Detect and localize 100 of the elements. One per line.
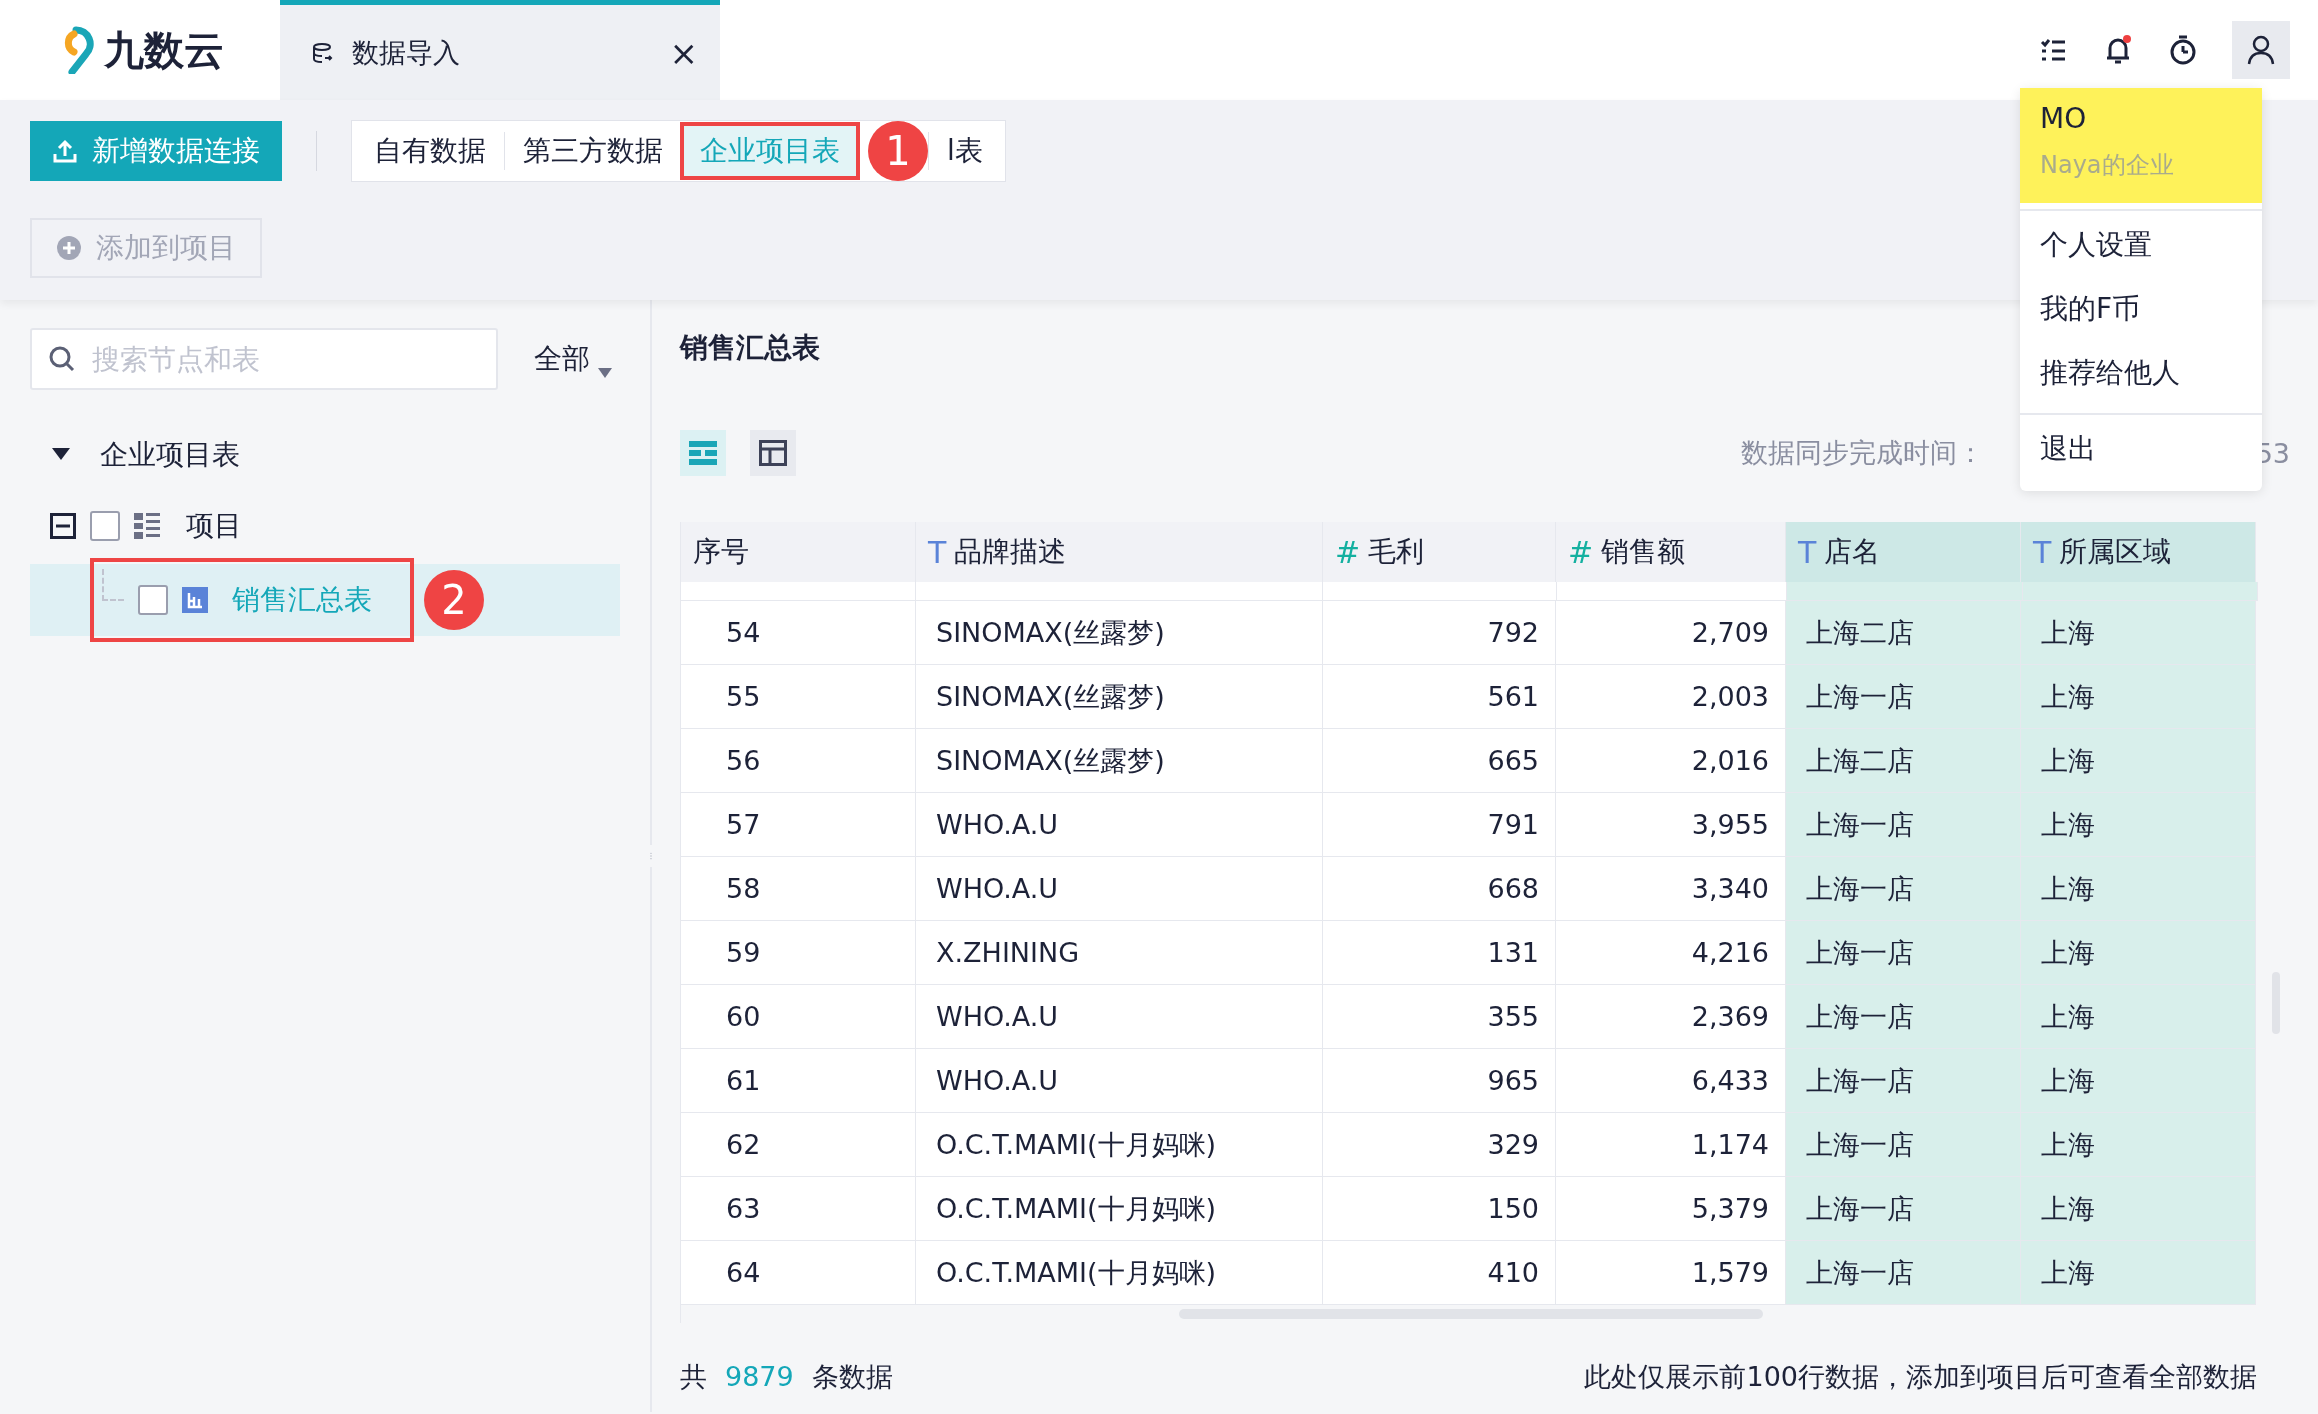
- table-cell: 410: [1323, 1241, 1556, 1305]
- table-cell: 54: [681, 601, 916, 665]
- close-tab-button[interactable]: ×: [669, 32, 698, 73]
- column-header[interactable]: # 毛利: [1323, 522, 1556, 582]
- table-cell: 上海一店: [1786, 985, 2021, 1049]
- table-cell: 上海一店: [1786, 665, 2021, 729]
- organization-name: Naya的企业: [2040, 150, 2175, 181]
- table-cell: SINOMAX(丝露梦): [916, 729, 1323, 793]
- callout-badge: 2: [424, 570, 484, 630]
- column-header[interactable]: T 品牌描述: [916, 522, 1323, 582]
- table-cell: 上海: [2021, 1177, 2256, 1241]
- filter-dropdown[interactable]: 全部: [534, 340, 612, 378]
- table-cell: 上海: [2021, 729, 2256, 793]
- caret-icon: [598, 368, 612, 378]
- table-cell: 58: [681, 857, 916, 921]
- tree-line: [102, 569, 124, 601]
- table-cell: 上海: [2021, 1241, 2256, 1305]
- menu-item[interactable]: 退出: [2020, 417, 2262, 481]
- table-cell: 上海一店: [1786, 921, 2021, 985]
- table-cell: 上海: [2021, 921, 2256, 985]
- table-cell: 150: [1323, 1177, 1556, 1241]
- table-cell: 2,369: [1556, 985, 1786, 1049]
- menu-item[interactable]: 个人设置: [2020, 213, 2262, 277]
- sync-time-label: 数据同步完成时间：: [1740, 436, 1984, 470]
- menu-item[interactable]: 我的F币: [2020, 277, 2262, 341]
- table-cell: 131: [1323, 921, 1556, 985]
- table-cell: 3,955: [1556, 793, 1786, 857]
- rows-icon: [689, 441, 717, 465]
- table-cell: 792: [1323, 601, 1556, 665]
- user-button[interactable]: [2232, 21, 2290, 79]
- table-cell: 62: [681, 1113, 916, 1177]
- table-cell: 56: [681, 729, 916, 793]
- table-cell: 5,379: [1556, 1177, 1786, 1241]
- table-cell: 355: [1323, 985, 1556, 1049]
- data-view-toggle[interactable]: [680, 430, 726, 476]
- table-cell: X.ZHINING: [916, 921, 1323, 985]
- checkbox[interactable]: [138, 585, 168, 615]
- table-cell: 上海二店: [1786, 729, 2021, 793]
- table-cell: 3,340: [1556, 857, 1786, 921]
- user-name: MO: [2040, 102, 2088, 135]
- table-cell: 61: [681, 1049, 916, 1113]
- search-icon: [48, 345, 76, 373]
- table-cell: 上海: [2021, 1049, 2256, 1113]
- table-cell: 上海一店: [1786, 1049, 2021, 1113]
- expand-caret-icon[interactable]: [52, 448, 70, 462]
- table-cell: 上海一店: [1786, 1113, 2021, 1177]
- row-count-text: 共 9879 条数据: [680, 1360, 893, 1394]
- table-cell: 2,016: [1556, 729, 1786, 793]
- stopwatch-icon[interactable]: [2168, 34, 2198, 66]
- table-cell: SINOMAX(丝露梦): [916, 601, 1323, 665]
- collapse-toggle-icon[interactable]: [50, 513, 76, 539]
- database-icon: [310, 40, 334, 65]
- table-cell: 665: [1323, 729, 1556, 793]
- table-cell: WHO.A.U: [916, 793, 1323, 857]
- table-cell: SINOMAX(丝露梦): [916, 665, 1323, 729]
- source-tab[interactable]: 第三方数据: [505, 124, 681, 178]
- table-cell: 965: [1323, 1049, 1556, 1113]
- menu-item[interactable]: 推荐给他人: [2020, 341, 2262, 405]
- table-cell: 上海: [2021, 793, 2256, 857]
- search-field[interactable]: 搜索节点和表: [30, 328, 498, 390]
- logo-text: 九数云: [104, 25, 224, 75]
- checkbox[interactable]: [90, 511, 120, 541]
- table-cell: 上海一店: [1786, 793, 2021, 857]
- table-cell: 791: [1323, 793, 1556, 857]
- table-cell: 1,579: [1556, 1241, 1786, 1305]
- table-cell: 上海: [2021, 601, 2256, 665]
- table-cell: WHO.A.U: [916, 1049, 1323, 1113]
- table-cell: 6,433: [1556, 1049, 1786, 1113]
- callout-badge: 1: [868, 121, 928, 181]
- user-icon: [2246, 34, 2276, 66]
- tab-title: 数据导入: [352, 35, 461, 70]
- column-header[interactable]: 序号: [681, 522, 916, 582]
- tree-group[interactable]: 企业项目表: [30, 428, 620, 482]
- source-tab[interactable]: l表: [929, 124, 1001, 178]
- table-cell: WHO.A.U: [916, 857, 1323, 921]
- table-cell: 1,174: [1556, 1113, 1786, 1177]
- table-cell: 63: [681, 1177, 916, 1241]
- schema-view-toggle[interactable]: [750, 430, 796, 476]
- plus-circle-icon: [56, 235, 82, 261]
- table-icon: [182, 587, 208, 613]
- table-cell: 55: [681, 665, 916, 729]
- column-header[interactable]: T 所属区域: [2021, 522, 2256, 582]
- open-tab[interactable]: 数据导入 ×: [280, 0, 720, 100]
- table-layout-icon: [759, 440, 787, 466]
- table-cell: 57: [681, 793, 916, 857]
- table-cell: 2,003: [1556, 665, 1786, 729]
- tree-folder-label[interactable]: 项目: [186, 507, 242, 545]
- table-cell: 329: [1323, 1113, 1556, 1177]
- table-cell: 上海: [2021, 857, 2256, 921]
- table-cell: 4,216: [1556, 921, 1786, 985]
- source-tab[interactable]: 自有数据: [356, 124, 504, 178]
- upload-icon: [52, 138, 78, 164]
- column-header[interactable]: # 销售额: [1556, 522, 1786, 582]
- table-cell: 上海一店: [1786, 1241, 2021, 1305]
- table-cell: 668: [1323, 857, 1556, 921]
- column-header[interactable]: T 店名: [1786, 522, 2021, 582]
- table-cell: 561: [1323, 665, 1556, 729]
- table-cell: O.C.T.MAMI(十月妈咪): [916, 1241, 1323, 1305]
- table-cell: O.C.T.MAMI(十月妈咪): [916, 1113, 1323, 1177]
- table-cell: WHO.A.U: [916, 985, 1323, 1049]
